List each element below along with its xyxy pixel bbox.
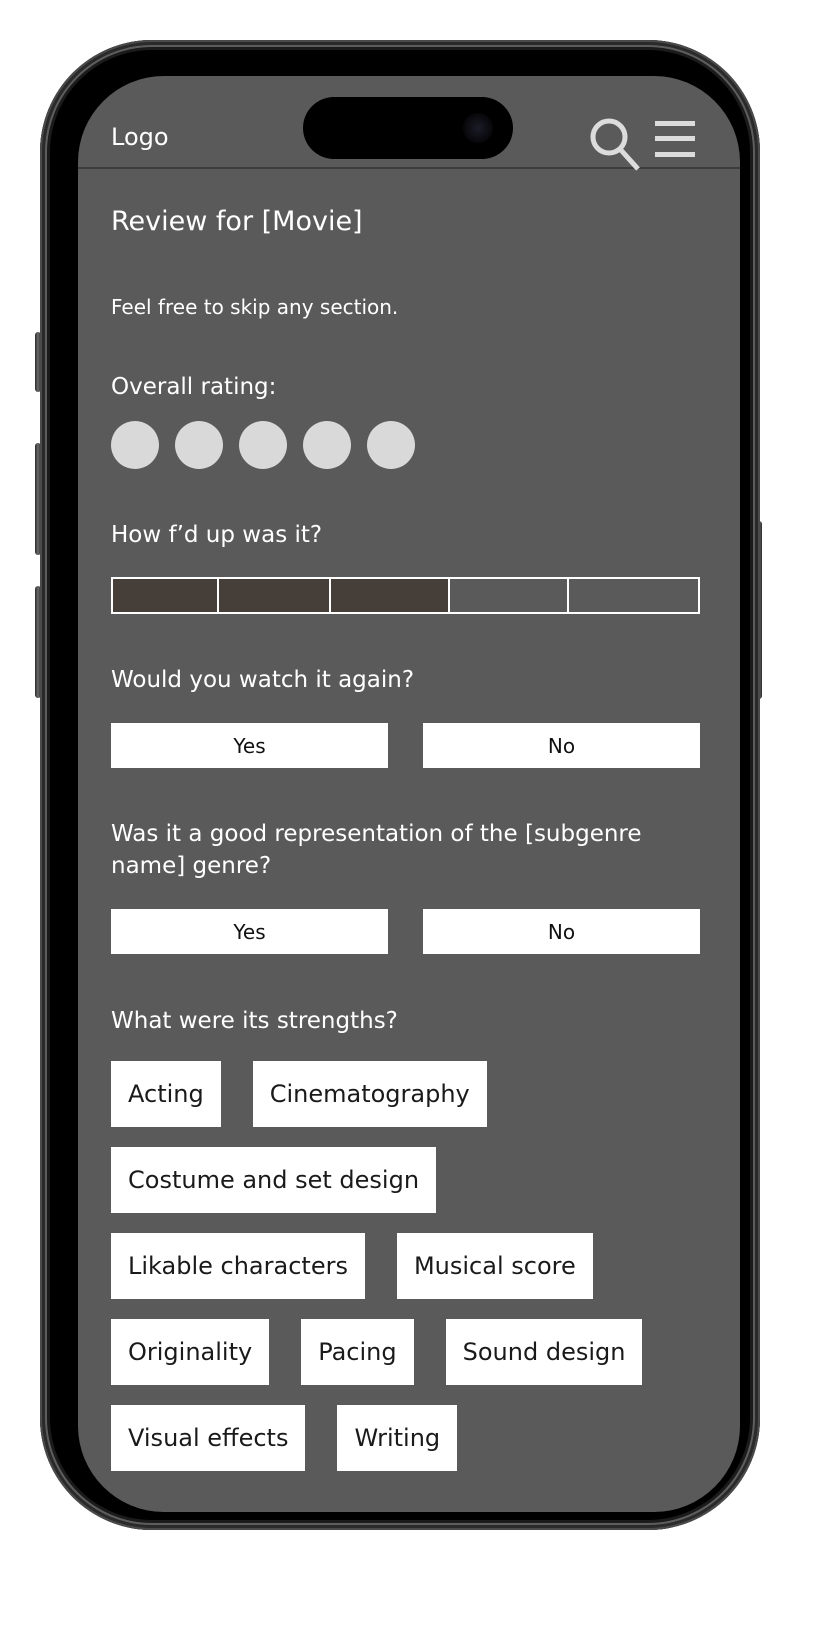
genre-representation-yes-button[interactable]: Yes — [111, 909, 388, 954]
intensity-label: How f’d up was it? — [111, 522, 323, 548]
watch-again-options: Yes No — [111, 723, 700, 768]
chip-acting[interactable]: Acting — [111, 1061, 221, 1127]
overall-rating-label: Overall rating: — [111, 374, 277, 400]
logo[interactable]: Logo — [111, 123, 169, 151]
watch-again-yes-button[interactable]: Yes — [111, 723, 388, 768]
search-icon[interactable] — [588, 116, 644, 172]
intensity-segment-3[interactable] — [331, 579, 450, 612]
rating-dot-5[interactable] — [367, 421, 415, 469]
intensity-scale[interactable] — [111, 577, 700, 614]
strengths-label: What were its strengths? — [111, 1008, 398, 1034]
phone-frame: Logo Review for [Movie] Feel free to ski… — [40, 40, 760, 1530]
chip-sound-design[interactable]: Sound design — [445, 1319, 643, 1385]
chip-likable-characters[interactable]: Likable characters — [111, 1233, 365, 1299]
chip-costume-and-set-design[interactable]: Costume and set design — [111, 1147, 437, 1213]
chip-pacing[interactable]: Pacing — [301, 1319, 414, 1385]
rating-dot-3[interactable] — [239, 421, 287, 469]
dynamic-island — [303, 97, 513, 159]
chip-musical-score[interactable]: Musical score — [396, 1233, 593, 1299]
watch-again-no-button[interactable]: No — [423, 723, 700, 768]
chip-row: Originality Pacing Sound design — [111, 1319, 711, 1385]
chip-row: Acting Cinematography — [111, 1061, 711, 1127]
rating-dot-2[interactable] — [175, 421, 223, 469]
intensity-segment-4[interactable] — [450, 579, 569, 612]
chip-visual-effects[interactable]: Visual effects — [111, 1405, 306, 1471]
page-title: Review for [Movie] — [111, 206, 363, 237]
genre-representation-options: Yes No — [111, 909, 700, 954]
strengths-chips: Acting Cinematography Costume and set de… — [111, 1061, 711, 1491]
rating-dot-1[interactable] — [111, 421, 159, 469]
chip-originality[interactable]: Originality — [111, 1319, 270, 1385]
chip-row: Likable characters Musical score — [111, 1233, 711, 1299]
rating-dot-4[interactable] — [303, 421, 351, 469]
intensity-segment-5[interactable] — [569, 579, 698, 612]
watch-again-label: Would you watch it again? — [111, 667, 415, 693]
chip-cinematography[interactable]: Cinematography — [252, 1061, 487, 1127]
chip-row: Visual effects Writing — [111, 1405, 711, 1471]
page-subtitle: Feel free to skip any section. — [111, 295, 399, 319]
phone-bezel: Logo Review for [Movie] Feel free to ski… — [50, 50, 750, 1520]
genre-representation-label: Was it a good representation of the [sub… — [111, 821, 642, 879]
intensity-segment-2[interactable] — [219, 579, 331, 612]
overall-rating — [111, 421, 415, 469]
screen: Logo Review for [Movie] Feel free to ski… — [78, 76, 740, 1512]
chip-writing[interactable]: Writing — [337, 1405, 458, 1471]
genre-representation-no-button[interactable]: No — [423, 909, 700, 954]
intensity-segment-1[interactable] — [113, 579, 219, 612]
menu-icon[interactable] — [655, 121, 695, 157]
camera-icon — [463, 113, 493, 143]
chip-row: Costume and set design — [111, 1147, 711, 1213]
